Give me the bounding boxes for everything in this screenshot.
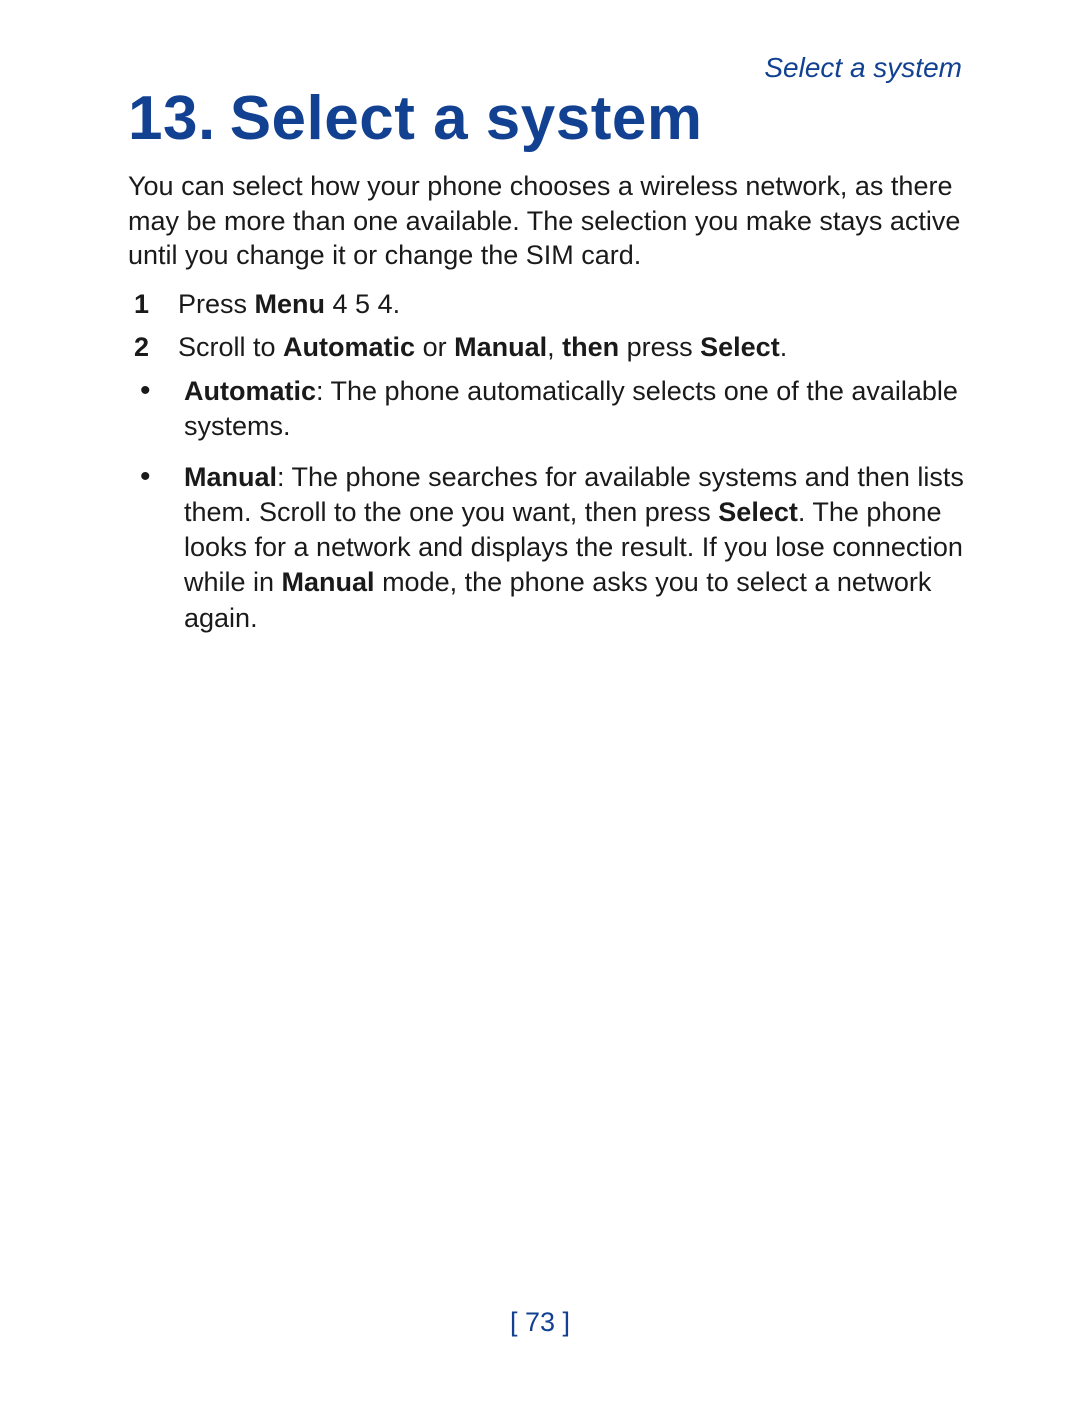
text: Press [178, 289, 255, 319]
intro-paragraph: You can select how your phone chooses a … [128, 169, 970, 273]
text: , [547, 332, 562, 362]
chapter-title: 13.Select a system [128, 86, 970, 151]
bold-select: Select [718, 497, 798, 527]
bullet-manual: Manual: The phone searches for available… [134, 460, 970, 635]
steps-list: 1 Press Menu 4 5 4. 2 Scroll to Automati… [128, 287, 970, 366]
bold-manual: Manual [282, 567, 375, 597]
step-body: Scroll to Automatic or Manual, then pres… [178, 330, 970, 366]
chapter-number: 13. [128, 84, 216, 153]
step-number: 1 [134, 287, 178, 323]
bold-automatic: Automatic [184, 376, 316, 406]
chapter-title-text: Select a system [230, 84, 703, 153]
bold-manual: Manual [454, 332, 547, 362]
running-head: Select a system [764, 52, 962, 84]
text: . [780, 332, 788, 362]
text: or [415, 332, 454, 362]
text: 4 5 4. [325, 289, 400, 319]
bold-menu: Menu [255, 289, 326, 319]
bold-manual: Manual [184, 462, 277, 492]
bold-automatic: Automatic [283, 332, 415, 362]
step-body: Press Menu 4 5 4. [178, 287, 970, 323]
page-number: [ 73 ] [0, 1307, 1080, 1338]
step-1: 1 Press Menu 4 5 4. [134, 287, 970, 323]
bold-select: Select [700, 332, 780, 362]
step-2: 2 Scroll to Automatic or Manual, then pr… [134, 330, 970, 366]
bullet-automatic: Automatic: The phone automatically selec… [134, 374, 970, 444]
step-number: 2 [134, 330, 178, 366]
bold-then: then [562, 332, 619, 362]
text: Scroll to [178, 332, 283, 362]
text: press [619, 332, 700, 362]
bullet-list: Automatic: The phone automatically selec… [128, 374, 970, 636]
page-content: 13.Select a system You can select how yo… [128, 86, 970, 652]
